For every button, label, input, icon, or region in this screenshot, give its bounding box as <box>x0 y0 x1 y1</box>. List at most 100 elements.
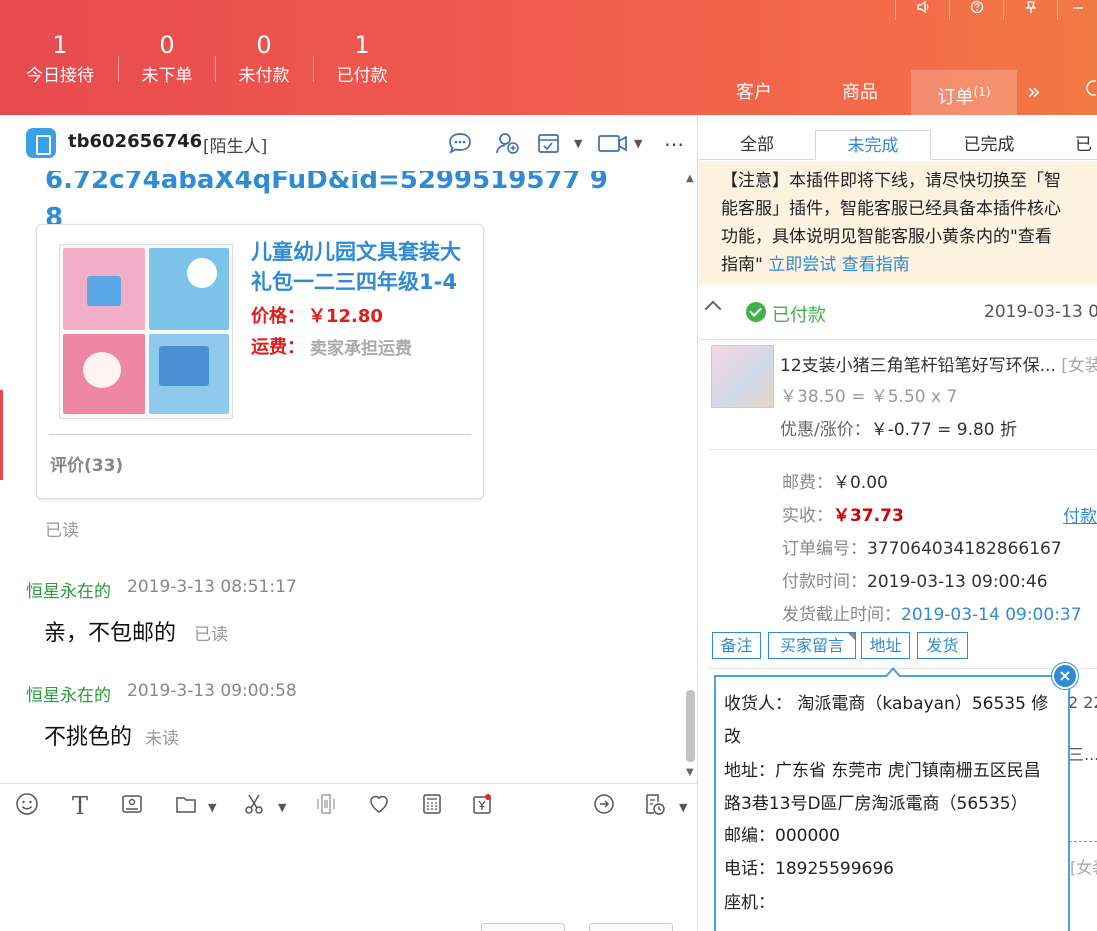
dashed-divider <box>1069 841 1097 842</box>
product-photo-tile <box>149 334 229 414</box>
section-divider <box>709 668 1097 669</box>
received-value: ￥37.73 <box>833 506 904 526</box>
product-image[interactable] <box>59 244 233 419</box>
tab-label: 订单 <box>937 87 974 108</box>
shake-icon[interactable] <box>312 792 340 820</box>
stat-not-ordered[interactable]: 0 未下单 <box>119 30 215 88</box>
help-icon[interactable] <box>949 0 1003 20</box>
order-product-title[interactable]: 12支装小猪三角笔杆铅笔好写环保... [女装 <box>780 351 1097 376</box>
chevron-up-icon[interactable] <box>704 300 722 318</box>
caret-down-icon[interactable]: ▼ <box>278 801 286 814</box>
tab-orders[interactable]: 订单(1) <box>911 70 1017 115</box>
ship-deadline-label: 发货截止时间： <box>782 605 901 625</box>
quick-reply-icon[interactable] <box>590 792 618 820</box>
contact-name[interactable]: tb602656746 <box>68 131 202 152</box>
product-tag: [女装 <box>1061 356 1097 376</box>
order-product-thumbnail[interactable] <box>711 345 774 408</box>
order-header[interactable]: 已付款 2019-03-13 09 <box>699 285 1097 340</box>
section-divider <box>709 449 1097 450</box>
caret-down-icon[interactable]: ▼ <box>679 801 687 814</box>
chat-bubble-icon[interactable] <box>446 131 474 157</box>
more-options-icon[interactable]: ⋯ <box>660 131 688 157</box>
pay-time-value: 2019-03-13 09:00:46 <box>867 572 1048 592</box>
double-chevron-icon: » <box>1027 80 1041 105</box>
heart-icon[interactable] <box>365 792 393 820</box>
minimize-icon[interactable] <box>1057 0 1097 20</box>
tab-closed[interactable]: 已关 <box>1047 130 1097 185</box>
buyer-message-button[interactable]: 买家留言 <box>768 632 856 659</box>
caret-down-icon[interactable]: ▼ <box>208 801 216 814</box>
next-order-tag: [女装 <box>1070 858 1097 877</box>
unread-status: 未读 <box>145 729 179 749</box>
caret-down-icon[interactable]: ▼ <box>574 137 582 150</box>
product-photo-tile <box>149 248 229 330</box>
tab-product[interactable]: 商品 <box>822 70 898 115</box>
order-no-value[interactable]: 377064034182866167 <box>867 539 1062 559</box>
stat-value: 1 <box>52 31 68 59</box>
coupon-icon[interactable] <box>468 792 496 820</box>
tab-count: (1) <box>973 85 991 99</box>
read-status: 已读 <box>194 625 228 645</box>
caret-down-icon[interactable]: ▼ <box>634 137 642 150</box>
received-row: 实收：￥37.73 <box>782 501 904 526</box>
pin-icon[interactable] <box>1003 0 1057 20</box>
scissors-icon[interactable] <box>240 792 268 820</box>
close-popup-icon[interactable]: × <box>1052 663 1078 689</box>
product-title[interactable]: 儿童幼儿园文具套装大礼包一二三四年级1-4 <box>251 237 471 297</box>
mobile-avatar-icon <box>26 128 56 158</box>
review-count[interactable]: 评价(33) <box>50 451 123 476</box>
window-controls <box>895 0 1097 20</box>
ship-button[interactable]: 发货 <box>917 632 968 659</box>
tab-more[interactable]: » <box>1017 70 1051 115</box>
tab-completed[interactable]: 已完成 <box>931 130 1047 160</box>
stat-value: 0 <box>159 31 175 59</box>
scroll-up-arrow-icon[interactable]: ▲ <box>686 173 694 184</box>
stat-today-received[interactable]: 1 今日接待 <box>12 30 108 88</box>
history-icon[interactable] <box>640 792 668 820</box>
speaker-icon[interactable] <box>895 0 949 20</box>
scroll-down-arrow-icon[interactable]: ▼ <box>686 767 694 778</box>
video-call-icon[interactable] <box>596 131 630 157</box>
stat-paid[interactable]: 1 已付款 <box>314 30 410 88</box>
note-button[interactable]: 备注 <box>712 632 761 659</box>
discount-value: ￥-0.77 = 9.80 折 <box>870 420 1018 440</box>
notice-line: 指南" 立即尝试 查看指南 <box>721 251 1097 279</box>
read-status: 已读 <box>45 521 79 541</box>
plugin-notice: 【注意】本插件即将下线，请尽快切换至「智 能客服」插件，智能客服已经具备本插件核… <box>699 161 1097 285</box>
product-card[interactable]: 儿童幼儿园文具套装大礼包一二三四年级1-4 价格： ￥12.80 运费： 卖家承… <box>36 224 484 499</box>
receiver-line[interactable]: 改 <box>724 721 741 754</box>
tab-overflow[interactable] <box>1080 70 1097 115</box>
product-name: 12支装小猪三角笔杆铅笔好写环保... <box>780 356 1056 376</box>
folder-icon[interactable] <box>172 792 200 820</box>
price-value: ￥12.80 <box>308 306 383 327</box>
view-guide-link[interactable]: 查看指南 <box>842 255 910 275</box>
add-contact-icon[interactable] <box>493 131 521 157</box>
notice-text: 指南" <box>721 255 763 275</box>
tab-customer[interactable]: 客户 <box>716 70 792 115</box>
font-style-icon[interactable]: T <box>66 792 94 820</box>
image-upload-icon[interactable] <box>118 792 146 820</box>
address-button[interactable]: 地址 <box>861 632 910 659</box>
emoji-icon[interactable] <box>13 792 41 820</box>
send-button[interactable] <box>589 923 673 931</box>
receiver-line[interactable]: 收货人： 淘派電商（kabayan）56535 修 <box>724 688 1048 721</box>
scrollbar-thumb[interactable] <box>686 690 695 762</box>
payment-link[interactable]: 付款 <box>1063 502 1097 527</box>
calculator-icon[interactable] <box>418 792 446 820</box>
order-filter-tabs: 全部 未完成 已完成 已关 <box>699 130 1097 185</box>
pay-time-row: 付款时间：2019-03-13 09:00:46 <box>782 567 1048 592</box>
order-discount: 优惠/涨价：￥-0.77 = 9.80 折 <box>780 415 1017 440</box>
close-chat-button[interactable] <box>481 923 565 931</box>
order-no-label: 订单编号： <box>782 539 867 559</box>
try-now-link[interactable]: 立即尝试 <box>768 255 836 275</box>
product-photo-tile <box>63 334 145 414</box>
tab-incomplete[interactable]: 未完成 <box>815 130 931 160</box>
pay-time-label: 付款时间： <box>782 572 867 592</box>
message-sender: 恒星永在的 <box>26 582 111 602</box>
stat-value: 1 <box>354 31 370 59</box>
tab-all[interactable]: 全部 <box>699 130 815 160</box>
transfer-task-icon[interactable] <box>536 131 564 157</box>
stat-label: 已付款 <box>336 66 388 86</box>
stat-unpaid[interactable]: 0 未付款 <box>216 30 312 88</box>
received-label: 实收： <box>782 506 833 526</box>
